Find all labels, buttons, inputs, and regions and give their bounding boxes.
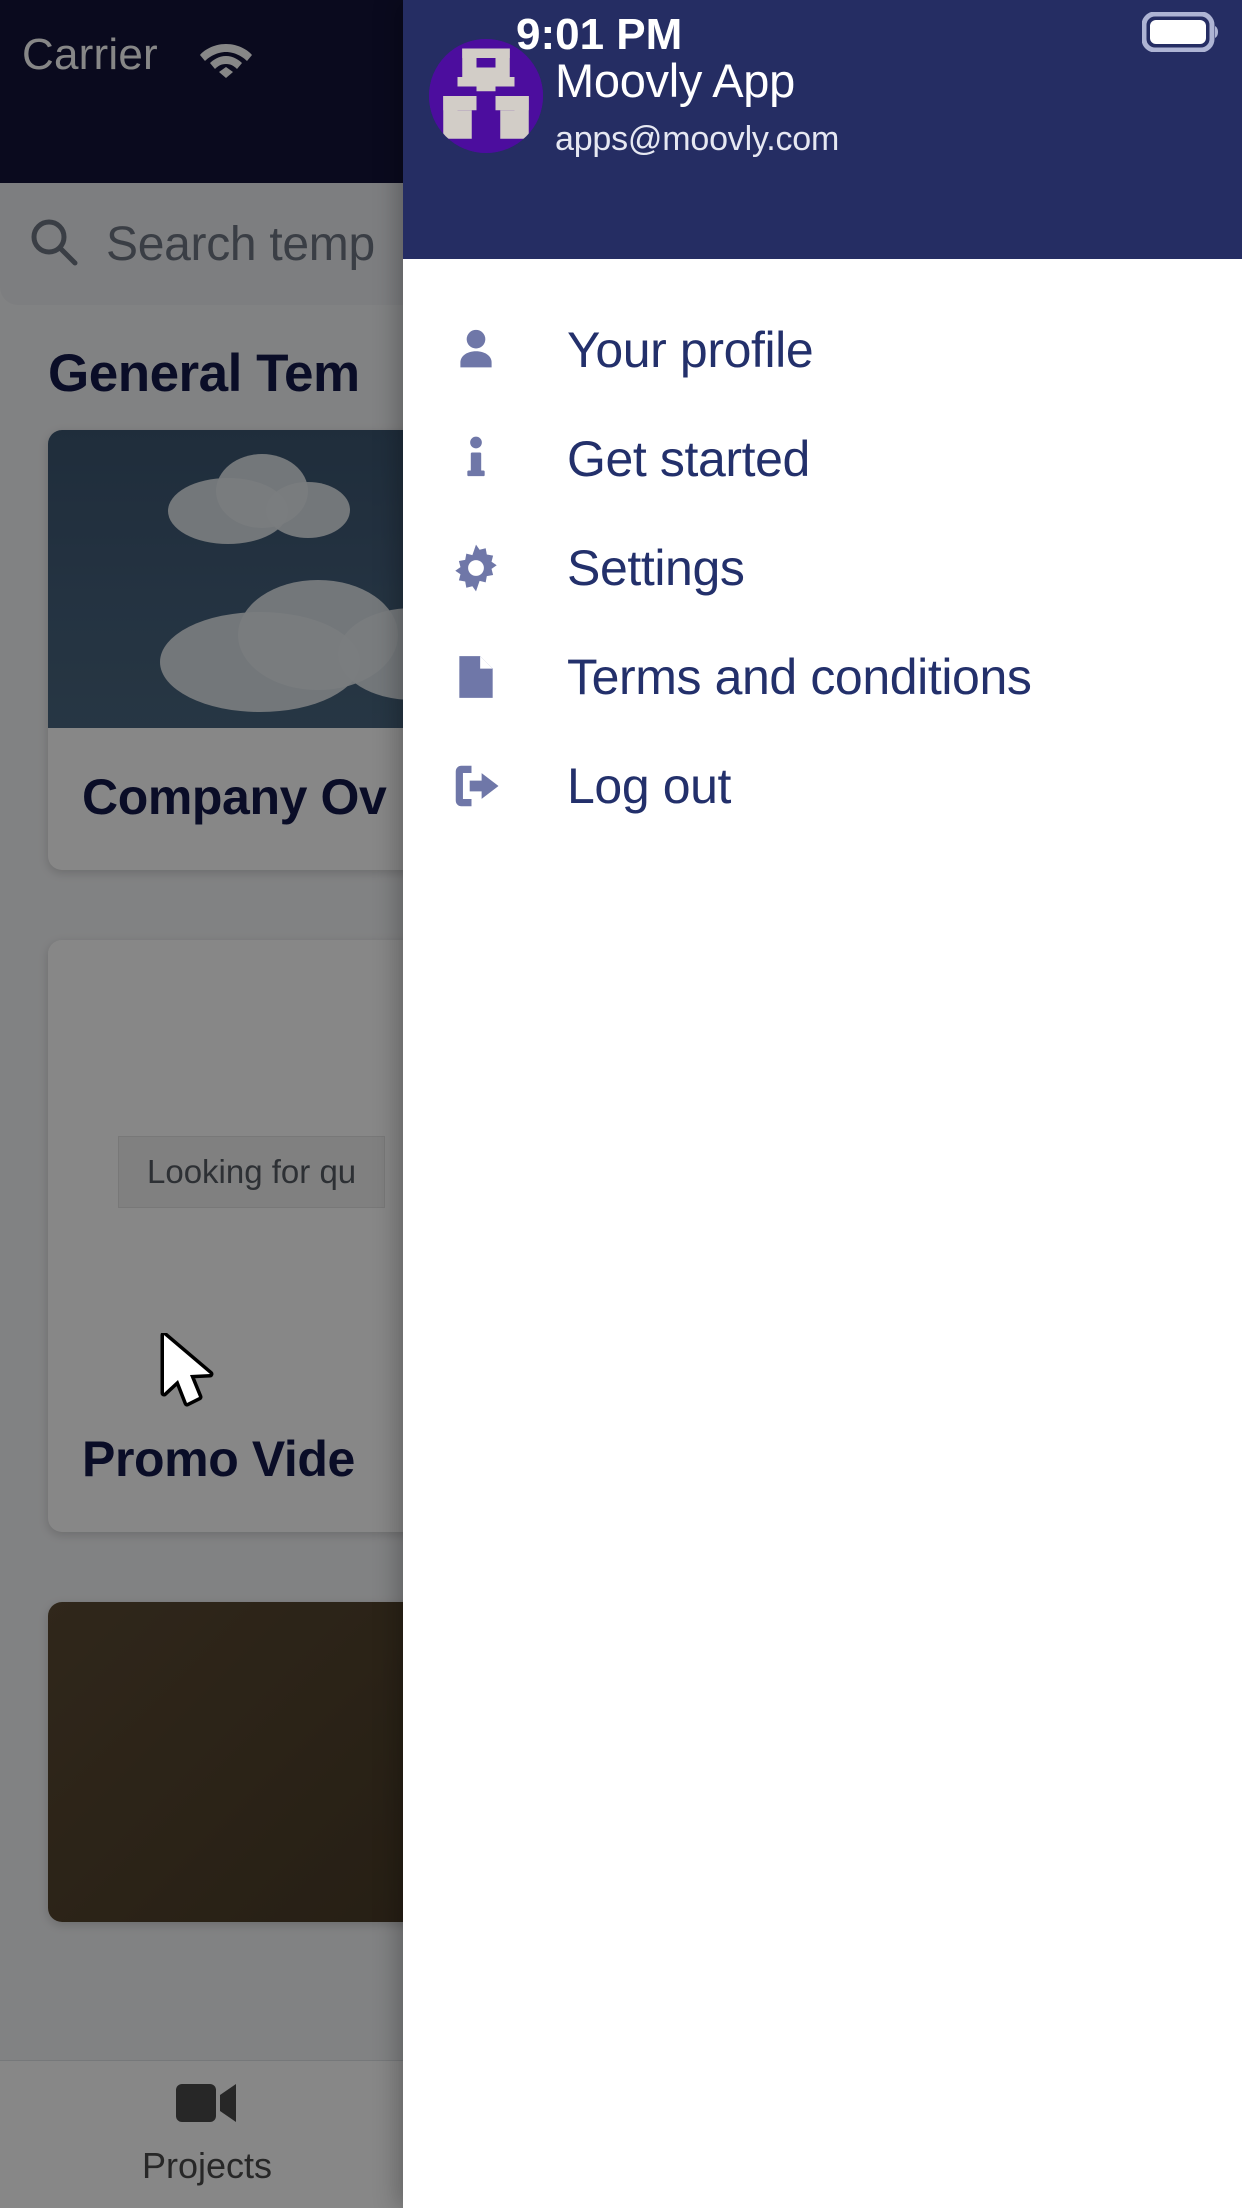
- navigation-drawer: 9:01 PM Moovly App apps@moovly.com Your …: [403, 0, 1242, 2208]
- menu-item-terms-and-conditions[interactable]: Terms and conditions: [403, 622, 1242, 731]
- menu-item-settings[interactable]: Settings: [403, 513, 1242, 622]
- battery-full-icon: [1141, 11, 1220, 57]
- menu-item-get-started[interactable]: Get started: [403, 404, 1242, 513]
- status-bar-time: 9:01 PM: [516, 10, 683, 59]
- account-name: Moovly App: [555, 54, 795, 107]
- menu-item-your-profile[interactable]: Your profile: [403, 295, 1242, 404]
- person-icon: [428, 324, 524, 376]
- menu-item-label: Get started: [567, 430, 810, 487]
- account-email: apps@moovly.com: [555, 119, 840, 158]
- drawer-menu: Your profile Get started Settings Terms …: [403, 259, 1242, 840]
- logout-icon: [428, 759, 524, 813]
- moovly-robot-avatar: [429, 39, 543, 153]
- avatar[interactable]: [429, 39, 543, 153]
- account-info: Moovly App apps@moovly.com: [555, 55, 839, 159]
- menu-item-label: Your profile: [567, 321, 814, 378]
- mouse-pointer-icon: [160, 1331, 220, 1416]
- info-icon: [428, 433, 524, 485]
- gear-icon: [428, 541, 524, 595]
- drawer-header: 9:01 PM Moovly App apps@moovly.com: [403, 0, 1242, 259]
- document-icon: [428, 652, 524, 702]
- menu-item-label: Settings: [567, 539, 745, 596]
- app-screen: Carrier Search temp General Tem Company …: [0, 0, 1242, 2208]
- menu-item-log-out[interactable]: Log out: [403, 731, 1242, 840]
- menu-item-label: Log out: [567, 757, 732, 814]
- menu-item-label: Terms and conditions: [567, 648, 1032, 705]
